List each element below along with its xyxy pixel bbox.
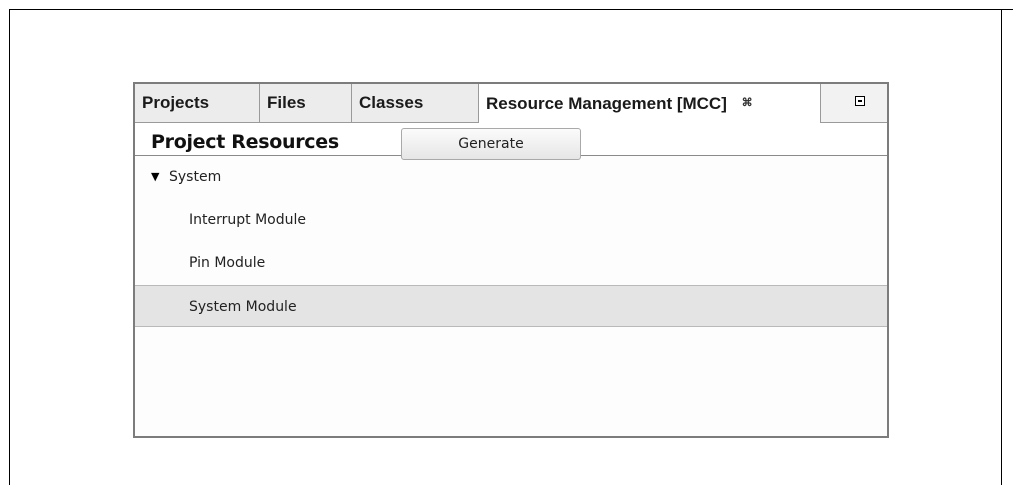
frame-left-border	[9, 9, 10, 485]
tab-projects[interactable]: Projects	[135, 84, 260, 122]
frame-right-border	[1001, 9, 1002, 485]
tree-node-system[interactable]: ▼ System	[135, 156, 887, 198]
close-icon[interactable]: ⌘	[742, 84, 753, 122]
tab-resource-management[interactable]: Resource Management [MCC] ⌘	[479, 84, 821, 123]
tab-classes[interactable]: Classes	[352, 84, 479, 122]
minimize-icon[interactable]	[855, 96, 865, 106]
tab-files[interactable]: Files	[260, 84, 352, 122]
tree-item-label: System Module	[189, 299, 297, 315]
tab-bar: Projects Files Classes Resource Manageme…	[135, 84, 887, 123]
tab-files-label: Files	[267, 93, 306, 112]
tree-item-label: Interrupt Module	[189, 212, 306, 228]
resource-panel: Projects Files Classes Resource Manageme…	[133, 82, 889, 438]
tab-resource-management-label: Resource Management [MCC]	[486, 94, 727, 113]
tab-classes-label: Classes	[359, 93, 424, 112]
tab-projects-label: Projects	[142, 93, 210, 112]
tree-item-system-module[interactable]: System Module	[135, 285, 887, 327]
tree-item-pin-module[interactable]: Pin Module	[135, 242, 887, 284]
tree-item-interrupt-module[interactable]: Interrupt Module	[135, 199, 887, 241]
tree-node-system-label: System	[169, 169, 222, 185]
tree-item-label: Pin Module	[189, 255, 266, 271]
triangle-down-icon[interactable]: ▼	[151, 156, 159, 198]
frame-top-border	[9, 9, 1013, 10]
resources-toolbar: Project Resources Generate	[135, 123, 887, 160]
